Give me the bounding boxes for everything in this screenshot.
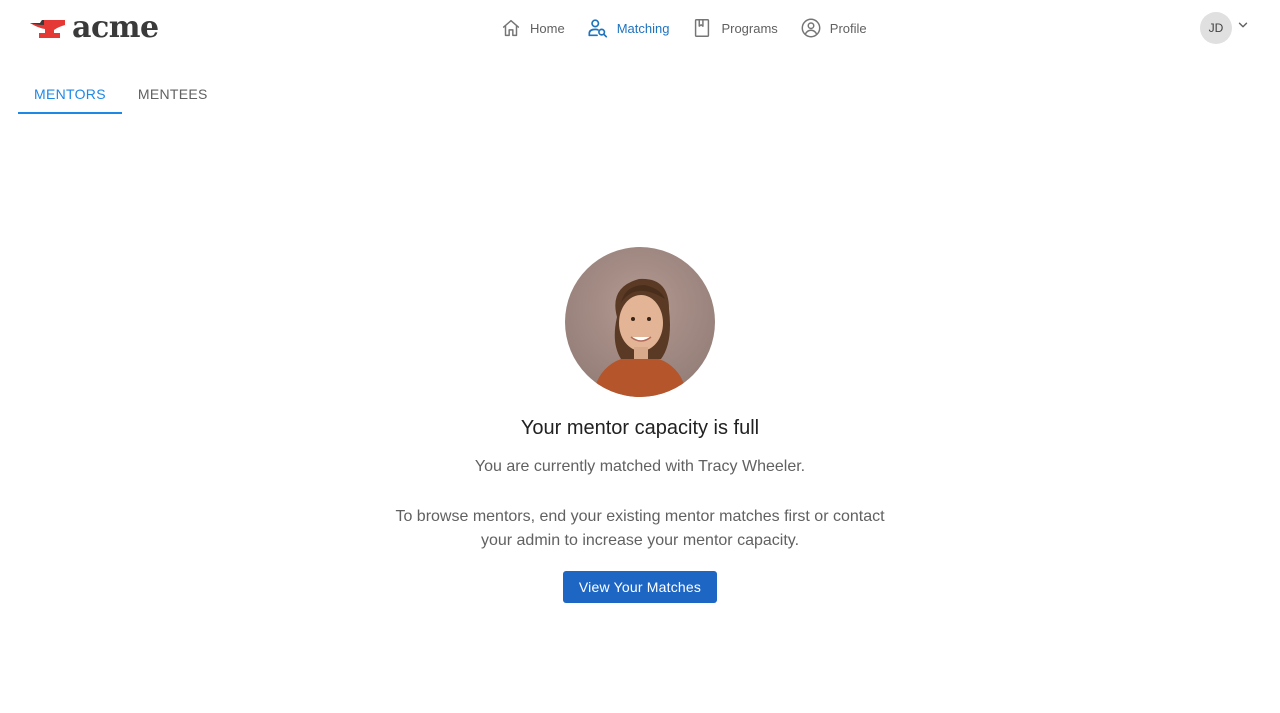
chevron-down-icon[interactable]: [1236, 18, 1250, 32]
empty-state-description: To browse mentors, end your existing men…: [395, 508, 885, 549]
nav-item-label: Programs: [721, 20, 778, 36]
anvil-logo-icon: [30, 20, 65, 38]
nav-item-profile[interactable]: Profile: [800, 17, 867, 39]
bookmark-book-icon: [695, 19, 710, 37]
main-nav: Home Matching Programs Profile: [500, 14, 889, 42]
mentor-tabs: MENTORS MENTEES: [18, 74, 224, 114]
empty-state-title: Your mentor capacity is full: [520, 417, 760, 439]
acme-logo[interactable]: acme: [30, 10, 159, 46]
account-circle-icon: [801, 18, 821, 38]
nav-item-label: Home: [530, 20, 565, 36]
empty-state-subtitle: You are currently matched with Tracy Whe…: [474, 458, 806, 475]
nav-item-home[interactable]: Home: [500, 17, 565, 39]
avatar[interactable]: JD: [1200, 12, 1232, 44]
nav-item-label: Matching: [616, 20, 670, 36]
person-search-icon: [588, 19, 607, 38]
view-your-matches-button[interactable]: View Your Matches: [562, 571, 718, 603]
nav-item-programs[interactable]: Programs: [691, 17, 778, 39]
nav-item-matching[interactable]: Matching: [587, 17, 670, 39]
home-icon: [502, 19, 520, 37]
tab-mentors[interactable]: MENTORS: [18, 74, 122, 114]
tab-mentees[interactable]: MENTEES: [122, 74, 224, 114]
mentor-profile-photo: [565, 247, 715, 397]
brand-name: acme: [72, 10, 159, 45]
top-bar: acme Home Matching Programs Profile JD: [0, 0, 1280, 56]
nav-item-label: Profile: [829, 20, 867, 36]
empty-state: Your mentor capacity is full You are cur…: [0, 247, 1280, 603]
user-menu[interactable]: JD: [1200, 12, 1250, 44]
